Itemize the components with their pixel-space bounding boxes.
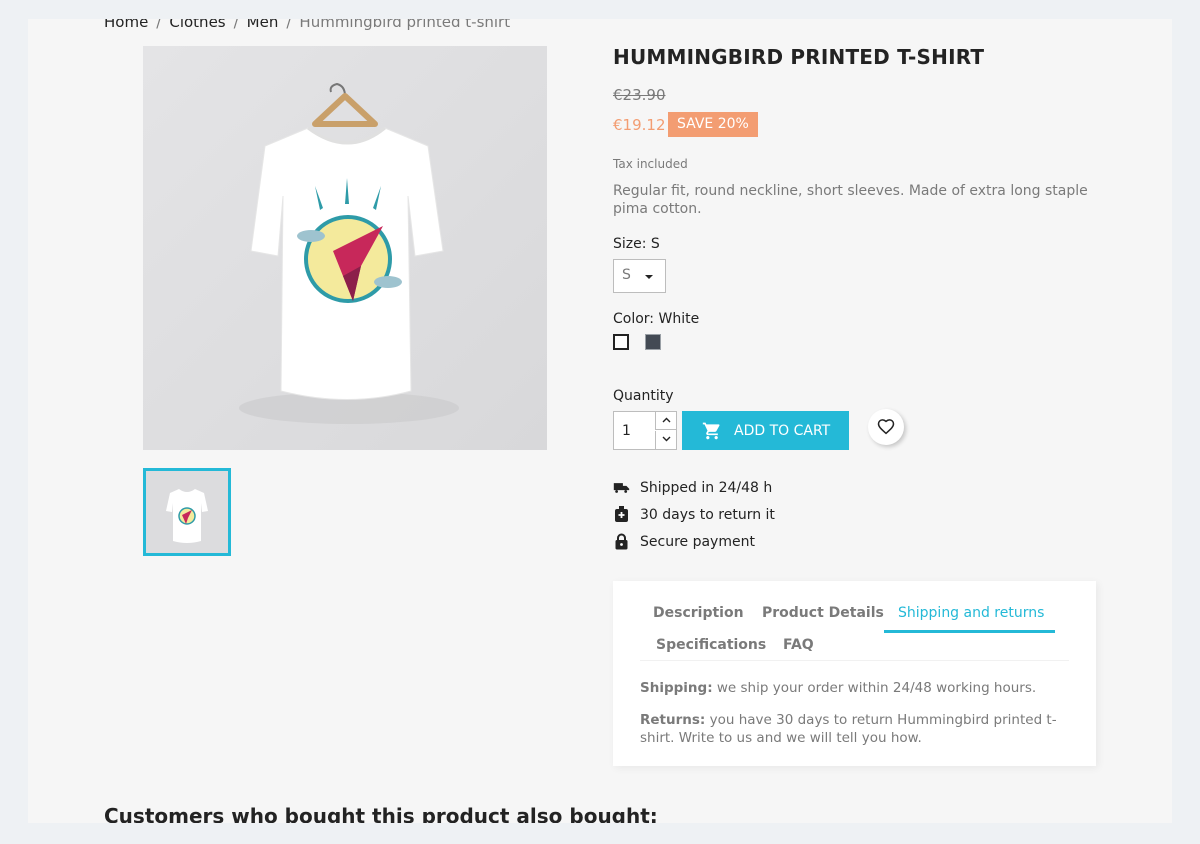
quantity-increase-button[interactable]	[655, 412, 676, 430]
also-bought-heading: Customers who bought this product also b…	[104, 804, 658, 823]
returns-label: Returns:	[640, 712, 706, 728]
size-label: Size: S	[613, 236, 660, 252]
quantity-label: Quantity	[613, 388, 674, 404]
breadcrumb-men[interactable]: Men	[247, 19, 279, 31]
shipping-paragraph: Shipping: we ship your order within 24/4…	[640, 679, 1080, 697]
tab-description[interactable]: Description	[653, 605, 744, 621]
color-swatch-white[interactable]	[613, 334, 629, 350]
breadcrumb-separator: /	[156, 19, 162, 31]
breadcrumb-current: Hummingbird printed t-shirt	[299, 19, 511, 31]
return-box-icon	[613, 506, 630, 523]
caret-down-icon	[645, 275, 653, 279]
reassurance-list: Shipped in 24/48 h 30 days to return it …	[613, 474, 775, 555]
tab-product-details[interactable]: Product Details	[762, 605, 884, 621]
reassurance-text: Shipped in 24/48 h	[640, 479, 773, 496]
tab-shipping-returns[interactable]: Shipping and returns	[898, 605, 1044, 621]
add-to-cart-label: ADD TO CART	[734, 422, 831, 439]
returns-paragraph: Returns: you have 30 days to return Humm…	[640, 711, 1080, 747]
size-select-value: S	[622, 267, 631, 283]
color-swatch-grey[interactable]	[645, 334, 661, 350]
page-container: Home / Clothes / Men / Hummingbird printed t-s…	[28, 19, 1172, 823]
reassurance-text: Secure payment	[640, 533, 755, 550]
size-select[interactable]: S	[613, 259, 666, 293]
tshirt-image	[239, 82, 459, 424]
current-price: €19.12	[613, 116, 666, 134]
tabs-divider	[640, 660, 1069, 661]
breadcrumb-separator: /	[286, 19, 292, 31]
wishlist-button[interactable]	[868, 409, 904, 445]
breadcrumb-home[interactable]: Home	[104, 19, 148, 31]
product-main-image[interactable]	[143, 46, 547, 450]
product-title: HUMMINGBIRD PRINTED T-SHIRT	[613, 45, 985, 69]
breadcrumb-clothes[interactable]: Clothes	[169, 19, 225, 31]
shipping-label: Shipping:	[640, 680, 713, 696]
product-thumbnail[interactable]	[143, 468, 231, 556]
shopping-cart-icon	[702, 422, 720, 439]
active-tab-indicator	[884, 630, 1055, 633]
reassurance-secure: Secure payment	[613, 528, 775, 555]
chevron-down-icon	[662, 436, 670, 442]
shipping-text: we ship your order within 24/48 working …	[712, 680, 1037, 696]
quantity-decrease-button[interactable]	[655, 431, 676, 449]
reassurance-text: 30 days to return it	[640, 506, 775, 523]
quantity-input[interactable]	[614, 412, 656, 449]
discount-badge: SAVE 20%	[668, 112, 758, 137]
lock-icon	[613, 533, 630, 550]
reassurance-shipping: Shipped in 24/48 h	[613, 474, 775, 501]
breadcrumb-separator: /	[233, 19, 239, 31]
tab-faq[interactable]: FAQ	[783, 637, 814, 653]
breadcrumb: Home / Clothes / Men / Hummingbird printed t-s…	[104, 19, 510, 31]
truck-icon	[613, 479, 630, 496]
add-to-cart-button[interactable]: ADD TO CART	[682, 411, 849, 450]
regular-price: €23.90	[613, 86, 666, 104]
color-label: Color: White	[613, 311, 700, 327]
quantity-stepper	[613, 411, 677, 450]
reassurance-returns: 30 days to return it	[613, 501, 775, 528]
tax-note: Tax included	[613, 157, 688, 171]
tshirt-thumb-image	[166, 489, 208, 543]
heart-icon	[877, 419, 895, 435]
tab-specifications[interactable]: Specifications	[656, 637, 766, 653]
tab-panel-shipping: Shipping: we ship your order within 24/4…	[640, 679, 1080, 761]
product-description: Regular fit, round neckline, short sleev…	[613, 183, 1088, 217]
chevron-up-icon	[662, 417, 670, 423]
product-tabs: Description Product Details Shipping and…	[613, 581, 1096, 766]
